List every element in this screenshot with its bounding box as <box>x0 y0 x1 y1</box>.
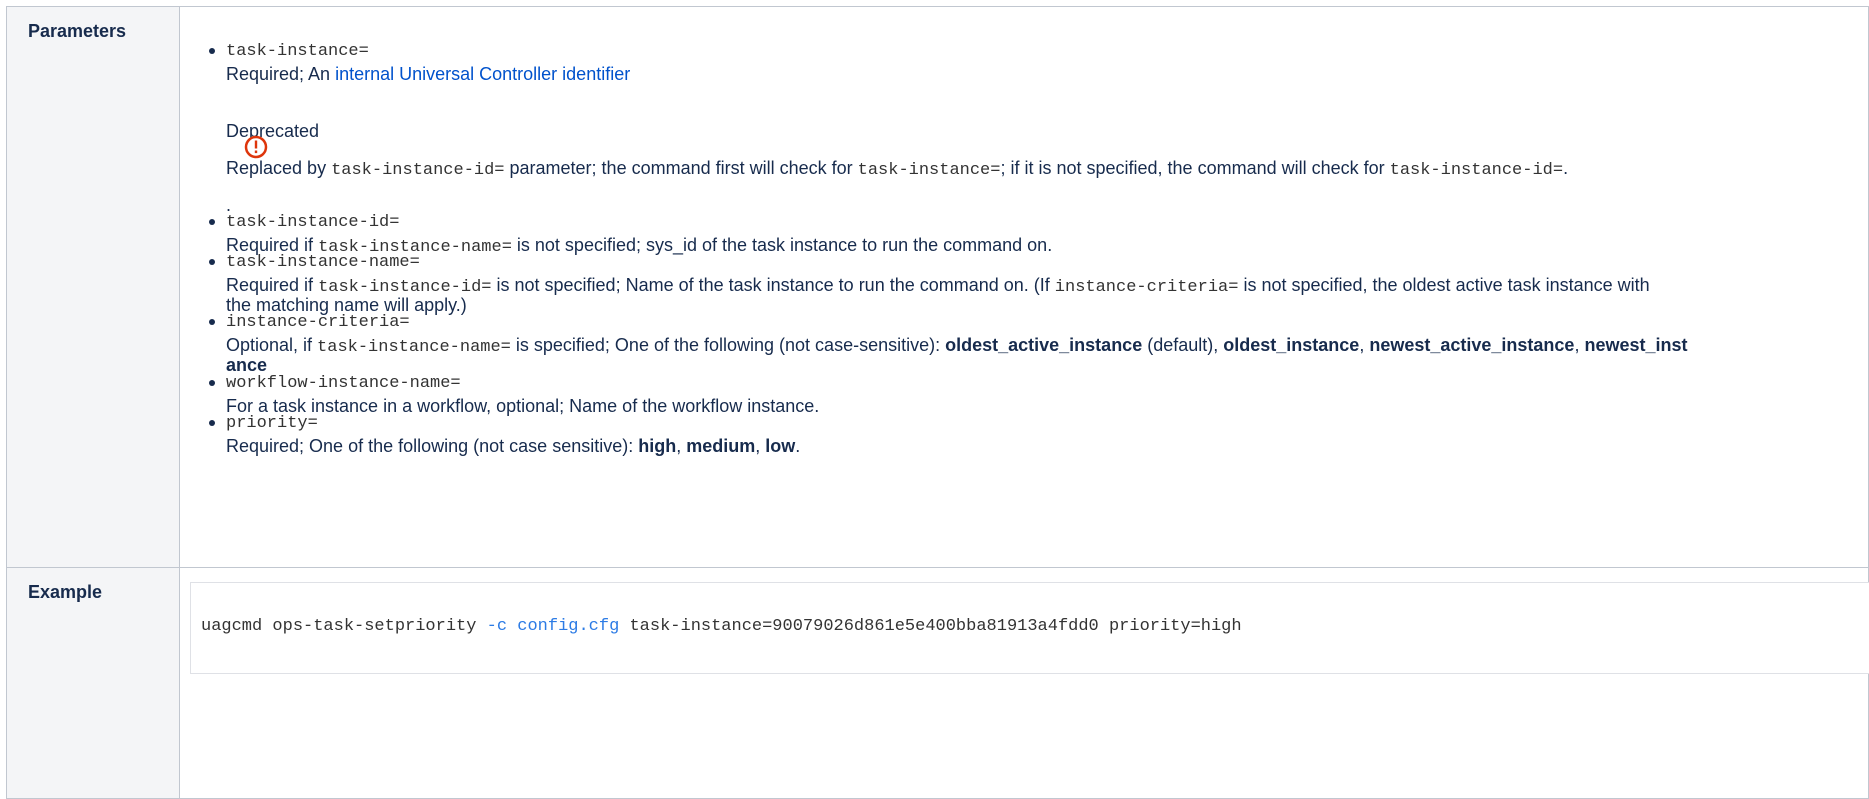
param-code: instance-criteria= <box>1054 278 1239 297</box>
parameters-cell: task-instance= Required; An internal Uni… <box>179 6 1869 568</box>
param-desc-text: Required; An <box>226 64 336 84</box>
deprecated-text: . <box>1563 158 1569 178</box>
option-bold: oldest_instance <box>1223 335 1360 355</box>
deprecated-text: parameter; the command first will check … <box>504 158 858 178</box>
bullet <box>209 219 215 225</box>
param-name: workflow-instance-name= <box>226 374 461 393</box>
example-header: Example <box>6 567 180 799</box>
param-name: task-instance= <box>226 42 369 61</box>
deprecated-code: task-instance= <box>857 161 1001 180</box>
param-desc: Required; An internal Universal Controll… <box>226 63 630 85</box>
param-desc-text: Required; One of the following (not case… <box>226 436 639 456</box>
bullet <box>209 420 215 426</box>
param-desc-text: is not specified; sys_id of the task ins… <box>511 235 1053 255</box>
deprecated-code: task-instance-id= <box>331 161 505 180</box>
parameters-header: Parameters <box>6 6 180 568</box>
parameters-table: Parameters task-instance= Required; An i… <box>6 6 1869 799</box>
param-desc-text: Required if <box>226 275 319 295</box>
code-option: -c config.cfg <box>486 617 620 636</box>
example-content: uagcmd ops-task-setpriority -c config.cf… <box>180 568 1869 798</box>
param-desc-text: Optional, if <box>226 335 318 355</box>
example-row: Example uagcmd ops-task-setpriority -c c… <box>6 567 1869 799</box>
code-command: uagcmd ops-task-setpriority <box>201 617 487 636</box>
bullet <box>209 48 215 54</box>
deprecated-text: Replaced by <box>226 158 332 178</box>
page: Parameters task-instance= Required; An i… <box>0 0 1869 799</box>
option-bold: high <box>638 436 677 456</box>
param-desc-text: is specified; One of the following (not … <box>510 335 946 355</box>
option-bold: low <box>765 436 796 456</box>
option-bold: ance <box>226 355 268 375</box>
option-bold: newest_active_instance <box>1369 335 1575 355</box>
bullet <box>209 380 215 386</box>
param-name: task-instance-name= <box>226 253 420 272</box>
param-desc: Optional, if task-instance-name= is spec… <box>226 334 1688 359</box>
internal-identifier-link[interactable]: internal Universal Controller identifier <box>335 64 630 84</box>
example-cell: uagcmd ops-task-setpriority -c config.cf… <box>179 567 1869 799</box>
bullet <box>209 259 215 265</box>
parameters-list: task-instance= Required; An internal Uni… <box>180 7 1868 567</box>
bullet <box>209 319 215 325</box>
separator: , <box>1574 335 1585 355</box>
param-name: task-instance-id= <box>226 213 400 232</box>
warning-icon <box>244 135 268 159</box>
param-desc-text: (default), <box>1142 335 1224 355</box>
deprecated-note: Replaced by task-instance-id= parameter;… <box>226 157 1568 182</box>
parameters-row: Parameters task-instance= Required; An i… <box>6 6 1869 568</box>
param-code: task-instance-name= <box>317 338 511 357</box>
param-name: priority= <box>226 414 318 433</box>
deprecated-text: ; if it is not specified, the command wi… <box>1000 158 1390 178</box>
param-desc-text: is not specified, the oldest active task… <box>1238 275 1650 295</box>
param-desc: Required; One of the following (not case… <box>226 435 800 457</box>
code-args: task-instance=90079026d861e5e400bba81913… <box>619 617 1242 636</box>
period: . <box>795 436 801 456</box>
option-bold: medium <box>686 436 756 456</box>
code-block: uagcmd ops-task-setpriority -c config.cf… <box>190 582 1869 674</box>
deprecated-title: Deprecated <box>226 121 320 141</box>
deprecated-code: task-instance-id= <box>1389 161 1564 180</box>
separator: , <box>676 436 687 456</box>
param-name: instance-criteria= <box>226 313 410 332</box>
param-desc-text: is not specified; Name of the task insta… <box>491 275 1055 295</box>
option-bold: newest_inst <box>1584 335 1688 355</box>
separator: , <box>1359 335 1370 355</box>
separator: , <box>755 436 766 456</box>
option-bold: oldest_active_instance <box>945 335 1143 355</box>
code-line: uagcmd ops-task-setpriority -c config.cf… <box>201 617 1242 636</box>
